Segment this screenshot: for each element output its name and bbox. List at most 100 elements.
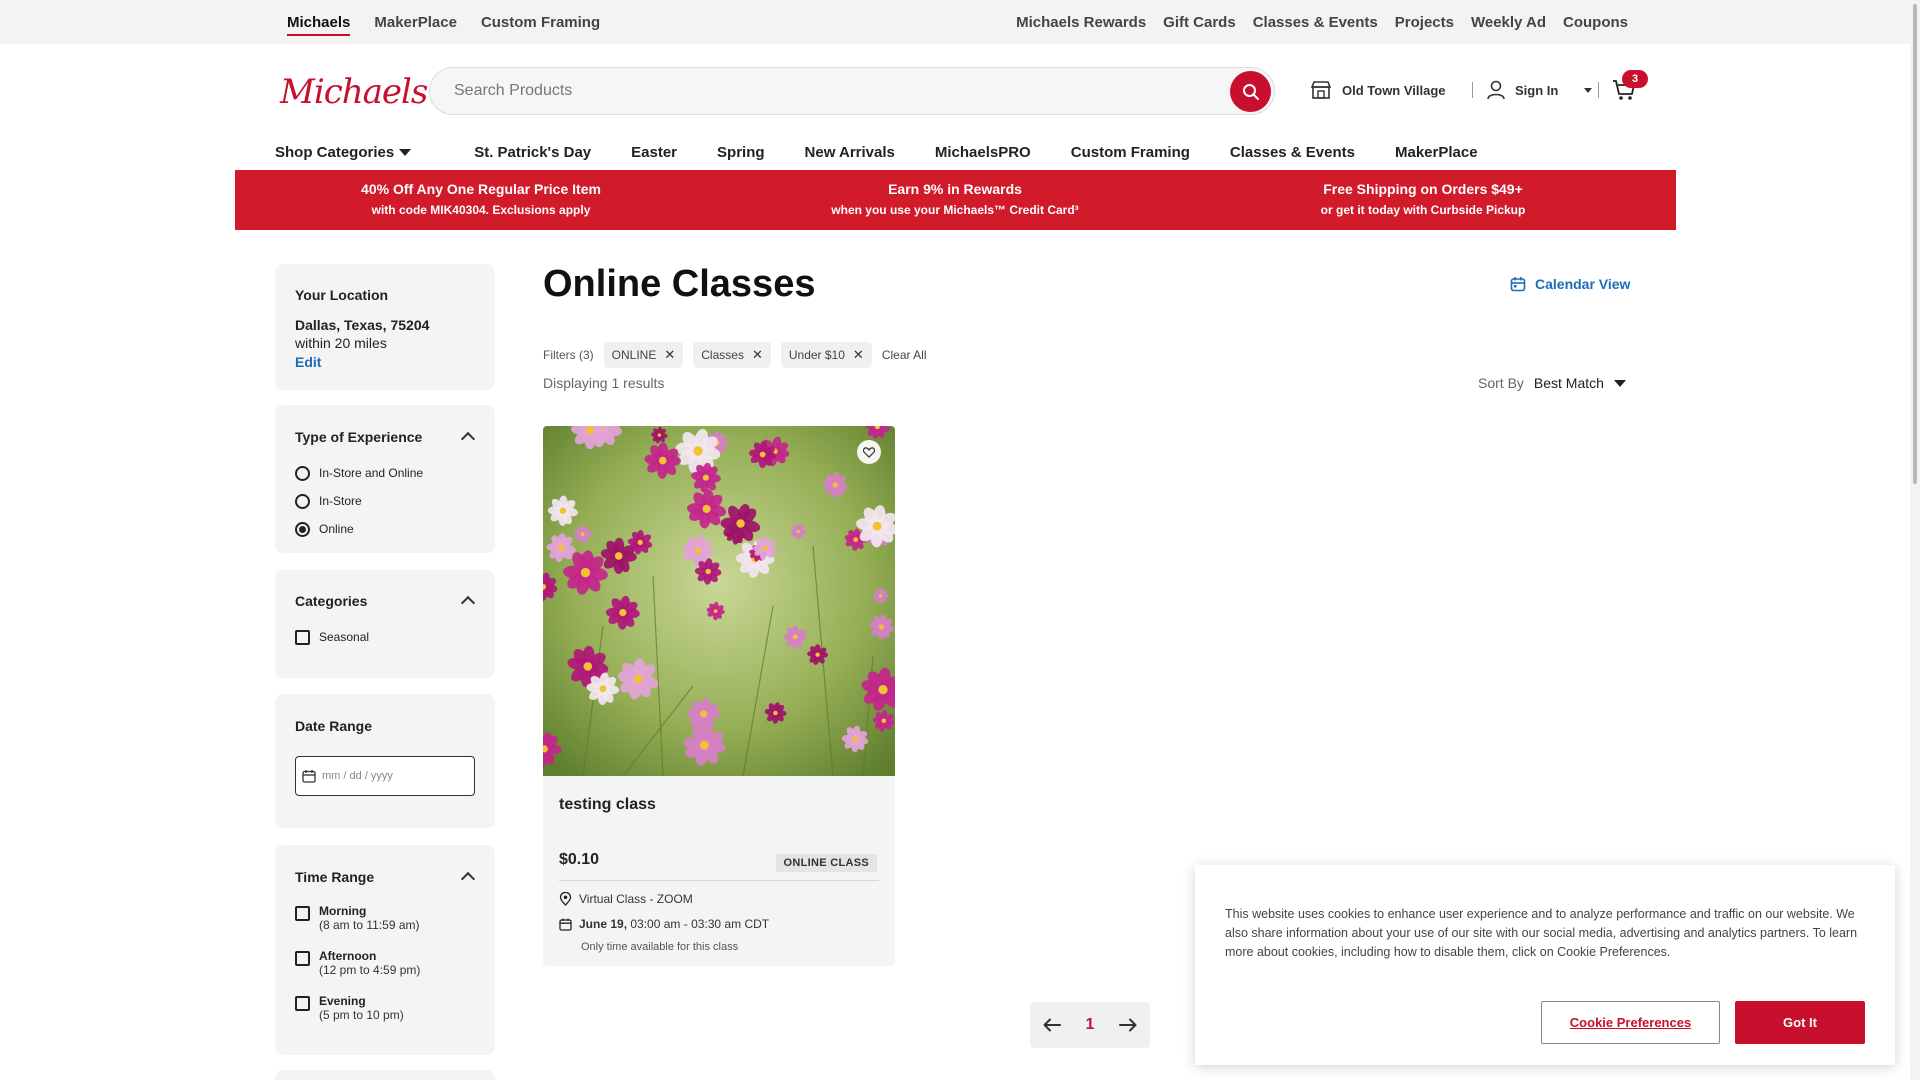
promo-item[interactable]: Free Shipping on Orders $49+ or get it t… <box>1223 181 1623 217</box>
filter-chip-under-10[interactable]: Under $10 ✕ <box>780 342 872 368</box>
collapse-chevron-icon[interactable] <box>460 431 476 447</box>
filter-chip-classes[interactable]: Classes ✕ <box>693 342 771 368</box>
tab-custom-framing[interactable]: Custom Framing <box>481 14 600 31</box>
class-card[interactable]: testing class $0.10 ONLINE CLASS Virtual… <box>543 426 895 966</box>
close-icon[interactable]: ✕ <box>752 347 763 363</box>
checkbox[interactable] <box>295 630 310 645</box>
link-gift-cards[interactable]: Gift Cards <box>1163 14 1236 31</box>
nav-item-classes-events[interactable]: Classes & Events <box>1230 144 1355 161</box>
header-divider <box>1472 82 1473 98</box>
page-title: Online Classes <box>543 263 816 305</box>
checkbox-label: Afternoon <box>319 949 377 963</box>
radio-button[interactable] <box>295 522 310 537</box>
nav-item-custom-framing[interactable]: Custom Framing <box>1071 144 1190 161</box>
link-projects[interactable]: Projects <box>1395 14 1454 31</box>
search-bar[interactable]: Search Products <box>429 67 1275 115</box>
close-icon[interactable]: ✕ <box>853 347 864 363</box>
promo-item[interactable]: Earn 9% in Rewards when you use your Mic… <box>755 181 1155 217</box>
nav-item-new-arrivals[interactable]: New Arrivals <box>805 144 895 161</box>
collapse-chevron-icon[interactable] <box>460 595 476 611</box>
radio-online[interactable]: Online <box>295 522 354 537</box>
page-scrollbar[interactable] <box>1910 0 1920 1080</box>
sign-in-button[interactable]: Sign In <box>1487 80 1593 100</box>
radio-in-store[interactable]: In-Store <box>295 494 362 509</box>
promo-subtitle: with code MIK40304. Exclusions apply <box>371 203 591 217</box>
calendar-view-link[interactable]: Calendar View <box>1510 276 1630 292</box>
checkbox-afternoon[interactable]: Afternoon (12 pm to 4:59 pm) <box>295 949 420 977</box>
class-price: $0.10 <box>559 851 600 868</box>
radio-button[interactable] <box>295 494 310 509</box>
nav-item-makerplace[interactable]: MakerPlace <box>1395 144 1478 161</box>
chevron-down-icon <box>1584 87 1593 93</box>
page-number-current[interactable]: 1 <box>1086 1016 1095 1034</box>
categories-filter-card: Categories Seasonal <box>275 570 495 678</box>
user-icon <box>1487 80 1505 100</box>
promo-title: 40% Off Any One Regular Price Item <box>361 181 601 197</box>
radio-button[interactable] <box>295 466 310 481</box>
experience-heading: Type of Experience <box>295 429 423 445</box>
chip-label: Classes <box>701 348 744 362</box>
radio-label: Online <box>319 522 354 536</box>
tab-makerplace[interactable]: MakerPlace <box>374 14 457 31</box>
checkbox-evening[interactable]: Evening (5 pm to 10 pm) <box>295 994 404 1022</box>
filter-chip-online[interactable]: ONLINE ✕ <box>603 342 684 368</box>
arrow-right-icon[interactable] <box>1119 1018 1137 1032</box>
close-icon[interactable]: ✕ <box>664 347 675 363</box>
more-filter-card <box>275 1070 495 1080</box>
store-selector[interactable]: Old Town Village <box>1310 80 1446 100</box>
nav-item-easter[interactable]: Easter <box>631 144 677 161</box>
main-nav: Shop Categories St. Patrick's Day Easter… <box>275 140 1478 164</box>
search-button[interactable] <box>1230 71 1271 112</box>
header-divider <box>1598 82 1599 98</box>
date-range-card: Date Range mm / dd / yyyy <box>275 694 495 828</box>
cookie-text: This website uses cookies to enhance use… <box>1225 907 1858 959</box>
nav-item-st-patricks[interactable]: St. Patrick's Day <box>474 144 591 161</box>
edit-location-link[interactable]: Edit <box>295 354 321 370</box>
link-classes-events[interactable]: Classes & Events <box>1253 14 1378 31</box>
cookie-preferences-button[interactable]: Cookie Preferences <box>1541 1001 1720 1044</box>
class-image[interactable] <box>543 426 895 776</box>
search-icon <box>1242 83 1259 100</box>
scrollbar-thumb[interactable] <box>1913 4 1917 484</box>
arrow-left-icon[interactable] <box>1043 1018 1061 1032</box>
card-divider <box>559 880 879 881</box>
nav-item-spring[interactable]: Spring <box>717 144 765 161</box>
got-it-button[interactable]: Got It <box>1735 1001 1865 1044</box>
promo-banner: 40% Off Any One Regular Price Item with … <box>235 170 1676 230</box>
location-pin-icon <box>559 892 572 906</box>
link-michaels-rewards[interactable]: Michaels Rewards <box>1016 14 1146 31</box>
location-radius: within 20 miles <box>295 335 387 351</box>
link-weekly-ad[interactable]: Weekly Ad <box>1471 14 1546 31</box>
sort-dropdown[interactable]: Sort By Best Match <box>1478 375 1626 391</box>
availability-note: Only time available for this class <box>581 941 739 953</box>
checkbox[interactable] <box>295 951 310 966</box>
checkbox[interactable] <box>295 906 310 921</box>
checkbox-morning[interactable]: Morning (8 am to 11:59 am) <box>295 904 420 932</box>
michaels-logo[interactable]: Michaels <box>280 72 428 112</box>
class-name[interactable]: testing class <box>559 796 656 814</box>
store-icon <box>1310 81 1332 99</box>
location-heading: Your Location <box>295 287 389 303</box>
heart-icon <box>863 446 875 458</box>
filters-count: Filters (3) <box>543 348 594 362</box>
radio-in-store-and-online[interactable]: In-Store and Online <box>295 466 423 481</box>
favorite-button[interactable] <box>857 440 881 464</box>
nav-item-michaelspro[interactable]: MichaelsPRO <box>935 144 1031 161</box>
shop-categories-menu[interactable]: Shop Categories <box>275 144 412 161</box>
clear-all-link[interactable]: Clear All <box>882 348 927 362</box>
tab-michaels[interactable]: Michaels <box>287 9 351 36</box>
collapse-chevron-icon[interactable] <box>460 871 476 887</box>
checkbox-sublabel: (12 pm to 4:59 pm) <box>319 963 421 977</box>
link-coupons[interactable]: Coupons <box>1563 14 1628 31</box>
date-input-placeholder: mm / dd / yyyy <box>322 770 393 782</box>
search-input[interactable]: Search Products <box>454 82 572 100</box>
date-input[interactable]: mm / dd / yyyy <box>295 756 475 796</box>
cart-button[interactable]: 3 <box>1612 70 1648 107</box>
promo-item[interactable]: 40% Off Any One Regular Price Item with … <box>281 181 681 217</box>
class-datetime: June 19, 03:00 am - 03:30 am CDT <box>559 917 769 931</box>
class-time: 03:00 am - 03:30 am CDT <box>630 917 770 931</box>
promo-title: Earn 9% in Rewards <box>888 181 1022 197</box>
radio-label: In-Store <box>319 494 362 508</box>
checkbox-seasonal[interactable]: Seasonal <box>295 630 369 645</box>
checkbox[interactable] <box>295 996 310 1011</box>
